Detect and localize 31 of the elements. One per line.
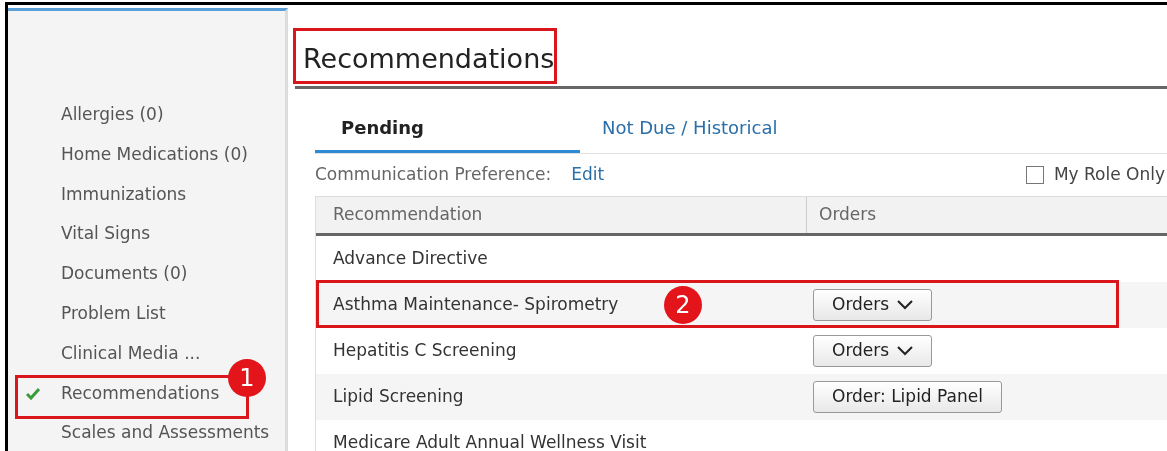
sidebar-item[interactable]: Immunizations — [61, 181, 187, 208]
sidebar-item[interactable]: Vital Signs — [61, 221, 151, 247]
table-cell: Asthma Maintenance- Spirometry — [333, 294, 619, 315]
sidebar-item[interactable]: Clinical Media ... — [61, 340, 201, 367]
callout-number: 1 — [228, 359, 266, 398]
checkbox[interactable] — [1025, 166, 1044, 184]
sidebar-item[interactable]: Problem List — [61, 301, 166, 327]
page-title: Recommendations — [303, 42, 555, 76]
order-button[interactable]: Orders — [813, 289, 933, 321]
order-button[interactable]: Order: Lipid Panel — [813, 381, 1002, 413]
field-label: Communication Preference: — [315, 163, 552, 187]
checkbox-label: My Role Only — [1053, 163, 1165, 187]
table-cell: Lipid Screening — [333, 386, 464, 407]
callout-number: 2 — [664, 286, 702, 324]
column-header: Recommendation — [316, 197, 807, 233]
sidebar-item[interactable]: Home Medications (0) — [61, 141, 248, 168]
order-button[interactable]: Orders — [813, 335, 933, 367]
sidebar-item[interactable]: Allergies (0) — [61, 102, 164, 128]
tab[interactable]: Pending — [315, 105, 580, 153]
column-header: Orders — [818, 203, 877, 227]
check-icon — [26, 388, 40, 401]
table-cell: Hepatitis C Screening — [333, 340, 517, 361]
table-cell: Medicare Adult Annual Wellness Visit — [333, 432, 647, 451]
chevron-down-icon — [897, 300, 914, 310]
sidebar-item[interactable]: Scales and Assessments — [61, 420, 270, 446]
edit-link[interactable]: Edit — [571, 162, 605, 188]
sidebar-item[interactable]: Documents (0) — [61, 261, 188, 287]
tab[interactable]: Not Due / Historical — [580, 105, 845, 153]
table-cell: Advance Directive — [333, 248, 488, 269]
chevron-down-icon — [897, 346, 914, 356]
sidebar-item[interactable]: Recommendations — [61, 380, 220, 407]
